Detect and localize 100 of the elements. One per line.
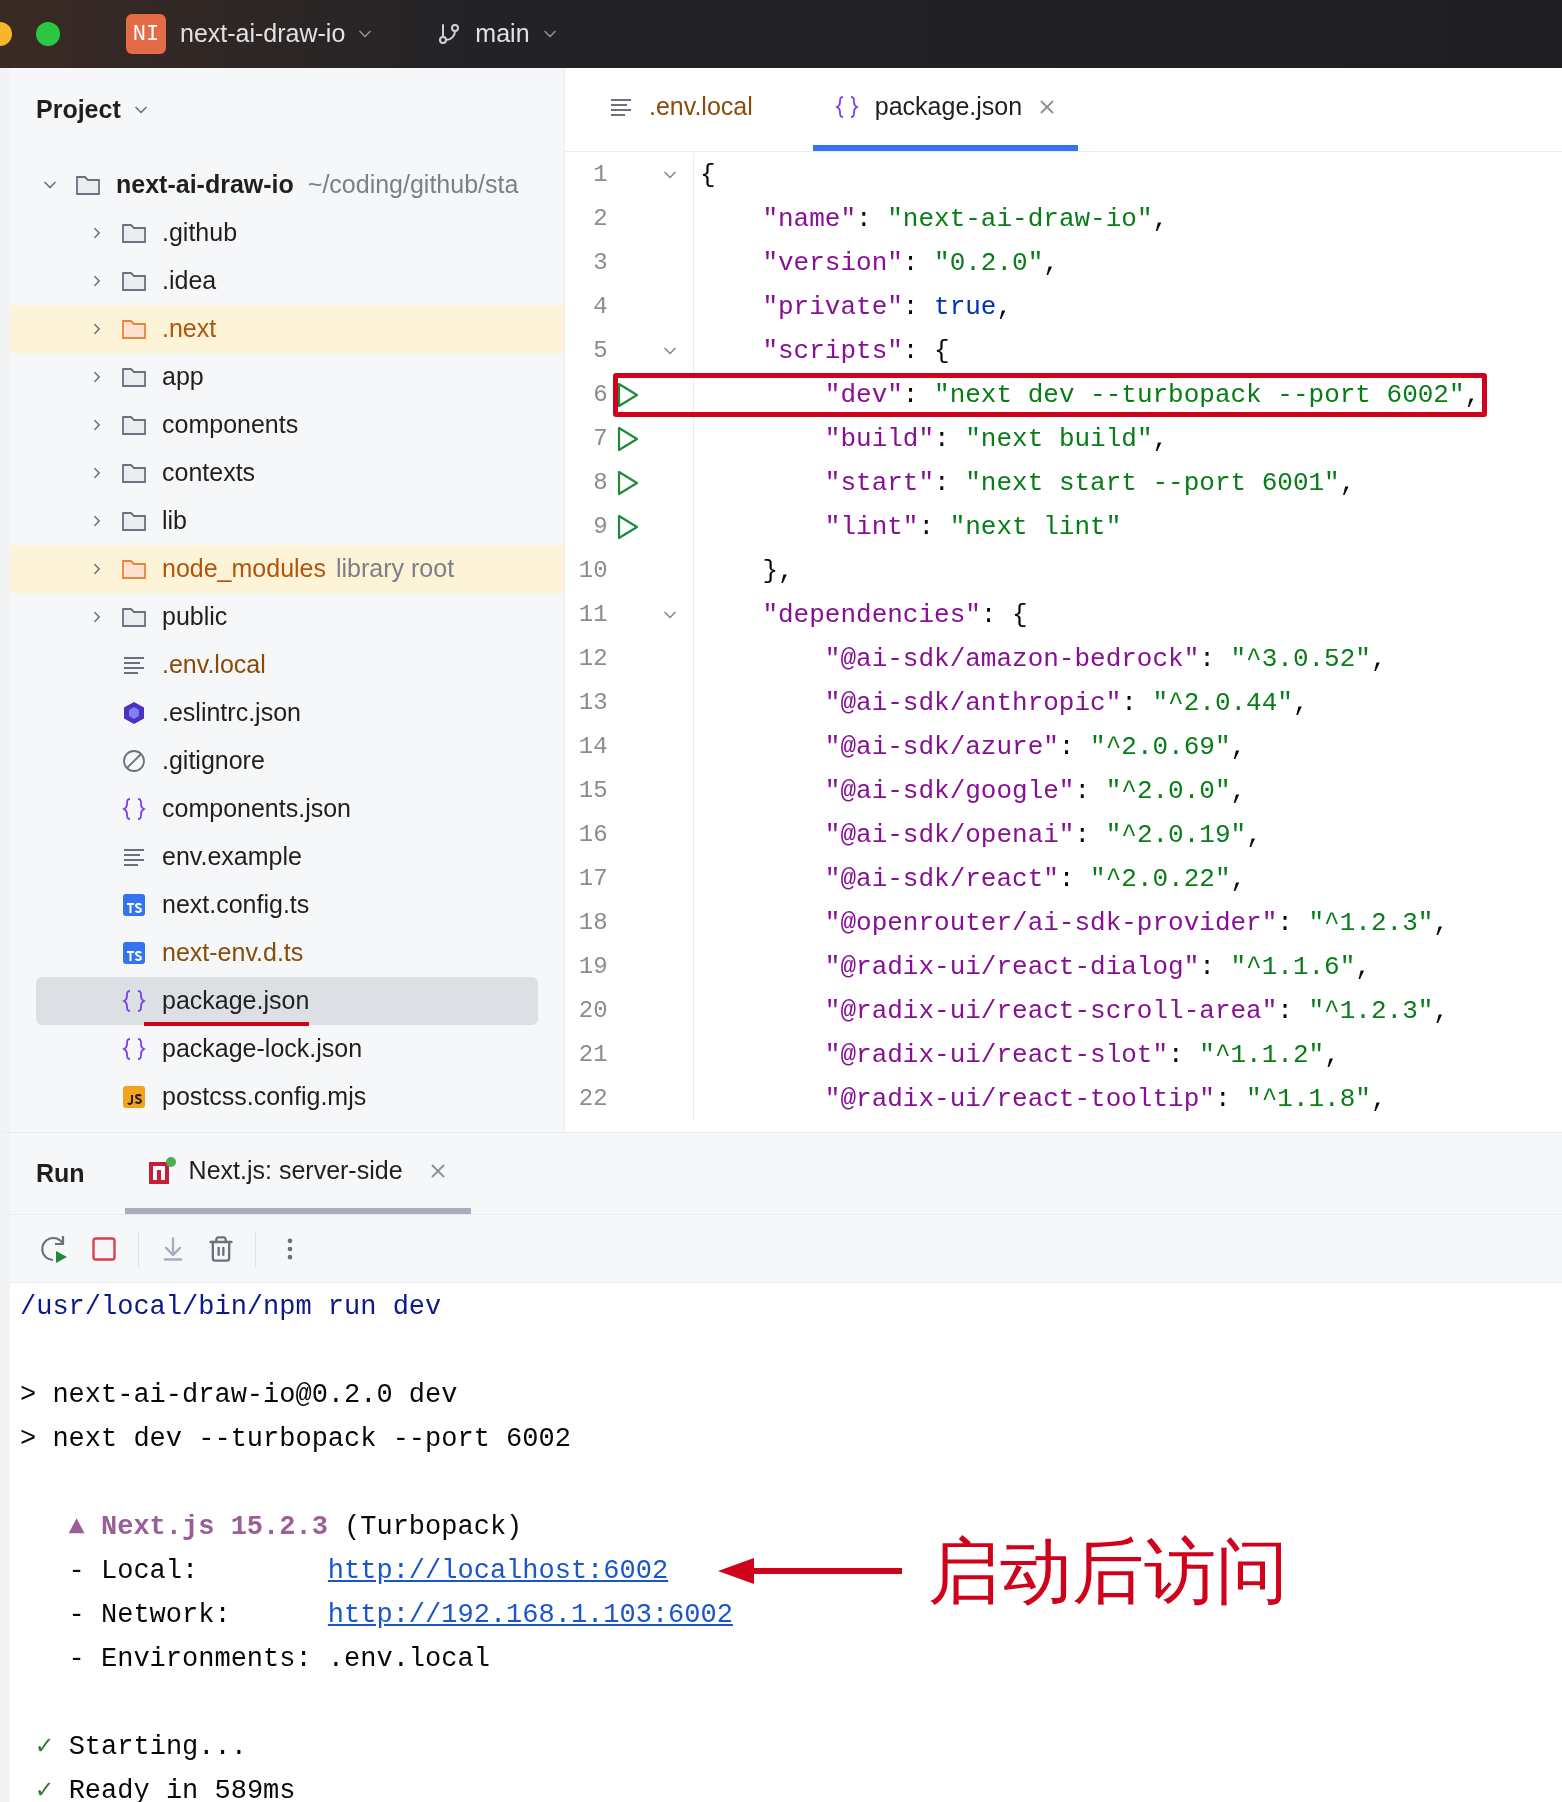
project-badge: NI [126,14,166,54]
folder-icon [120,270,148,292]
folder-icon [120,366,148,388]
project-switcher[interactable]: next-ai-draw-io [180,15,376,53]
console-line: > next-ai-draw-io@0.2.0 dev [20,1378,458,1412]
line-number: 12 [577,644,608,674]
code-line: "@openrouter/ai-sdk-provider": "^1.2.3", [823,906,1449,940]
tree-item[interactable]: .github [10,209,564,257]
code-line: "@ai-sdk/anthropic": "^2.0.44", [823,686,1309,720]
code-line: "@ai-sdk/openai": "^2.0.19", [823,818,1262,852]
console-line: - Local: http://localhost:6002 [67,1554,669,1588]
tree-item[interactable]: public [10,593,564,641]
tree-item[interactable]: app [10,353,564,401]
folder-icon [120,558,148,580]
tree-item[interactable]: next.config.ts [10,881,564,929]
braces-icon [120,1037,148,1061]
code-line: "@radix-ui/react-tooltip": "^1.1.8", [823,1082,1387,1116]
file-name: .eslintrc.json [162,697,301,729]
file-name: next-env.d.ts [162,937,304,969]
tree-item[interactable]: .env.local [10,641,564,689]
file-name: lib [162,505,187,537]
console-line: > next dev --turbopack --port 6002 [20,1422,571,1456]
line-number: 5 [592,336,608,366]
editor-tab[interactable]: package.json [812,68,1079,151]
tree-item[interactable]: postcss.config.mjs [10,1073,564,1121]
code-line: "@radix-ui/react-slot": "^1.1.2", [823,1038,1340,1072]
run-icon[interactable] [615,470,640,496]
line-number: 6 [592,380,608,410]
tree-item[interactable]: components.json [10,785,564,833]
stop-icon[interactable] [90,1234,118,1263]
folder-icon [120,318,148,340]
tree-item[interactable]: contexts [10,449,564,497]
tree-item[interactable]: .next [10,305,564,353]
line-number: 4 [592,292,608,322]
code-line: "scripts": { [761,334,950,368]
code-line: "lint": "next lint" [823,510,1122,544]
tree-item[interactable]: node_modules library root [10,545,564,593]
line-number: 8 [592,468,608,498]
file-name: .env.local [162,649,266,681]
line-number: 2 [592,204,608,234]
console-line: ✓ Starting... [35,1730,247,1764]
code-line: "@radix-ui/react-dialog": "^1.1.6", [823,950,1371,984]
tree-item[interactable]: .idea [10,257,564,305]
tree-item[interactable]: next-env.d.ts [10,929,564,977]
code-line: }, [761,554,794,588]
code-line: { [699,158,716,192]
console-link[interactable]: http://localhost:6002 [327,1555,669,1586]
javascript-icon [120,1085,148,1109]
file-name: .gitignore [162,745,265,777]
line-number: 7 [592,424,608,454]
file-name: .idea [162,265,217,297]
code-line: "build": "next build", [823,422,1169,456]
branch-icon [437,22,462,46]
code-line: "dependencies": { [761,598,1028,632]
line-number: 14 [577,732,608,762]
code-line: "dev": "next dev --turbopack --port 6002", [823,378,1481,412]
line-number: 18 [577,908,608,938]
code-line: "@ai-sdk/react": "^2.0.22", [823,862,1247,896]
console-link[interactable]: http://192.168.1.103:6002 [327,1599,733,1630]
tree-item[interactable]: .gitignore [10,737,564,785]
code-line: "@ai-sdk/google": "^2.0.0", [823,774,1247,808]
folder-icon [74,174,102,196]
root-name[interactable]: next-ai-draw-io [116,166,294,204]
line-number: 19 [577,952,608,982]
tree-item[interactable]: package.json [36,977,538,1025]
line-number: 21 [577,1040,608,1070]
console-line: - Network: http://192.168.1.103:6002 [67,1598,733,1632]
editor-tab[interactable]: .env.local [587,68,773,151]
code-line: "private": true, [761,290,1013,324]
console-line: ▲ Next.js 15.2.3 (Turbopack) [67,1510,523,1544]
line-number: 20 [577,996,608,1026]
code-line: "@ai-sdk/amazon-bedrock": "^3.0.52", [823,642,1387,676]
run-icon[interactable] [615,426,640,452]
run-icon[interactable] [615,382,640,408]
folder-icon [120,510,148,532]
trash-icon[interactable] [207,1234,235,1263]
folder-icon [120,414,148,436]
tree-item[interactable]: components [10,401,564,449]
folder-icon [120,606,148,628]
tree-item[interactable]: lib [10,497,564,545]
tree-item[interactable]: package-lock.json [10,1025,564,1073]
root-path: ~/coding/github/sta [307,169,519,201]
braces-icon [120,989,148,1013]
folder-icon [120,222,148,244]
line-number: 15 [577,776,608,806]
folder-icon [120,462,148,484]
typescript-icon [120,941,148,965]
panel-title[interactable]: Project [36,91,151,129]
line-number: 1 [592,160,608,190]
tree-item[interactable]: env.example [10,833,564,881]
braces-icon [120,797,148,821]
file-name: public [162,601,228,633]
branch-switcher[interactable]: main [475,15,560,53]
line-number: 16 [577,820,608,850]
tree-item[interactable]: .eslintrc.json [10,689,564,737]
file-note: library root [336,553,455,585]
run-icon[interactable] [615,514,640,540]
line-number: 11 [577,600,608,630]
arrow-icon [718,1556,902,1586]
file-name: contexts [162,457,256,489]
